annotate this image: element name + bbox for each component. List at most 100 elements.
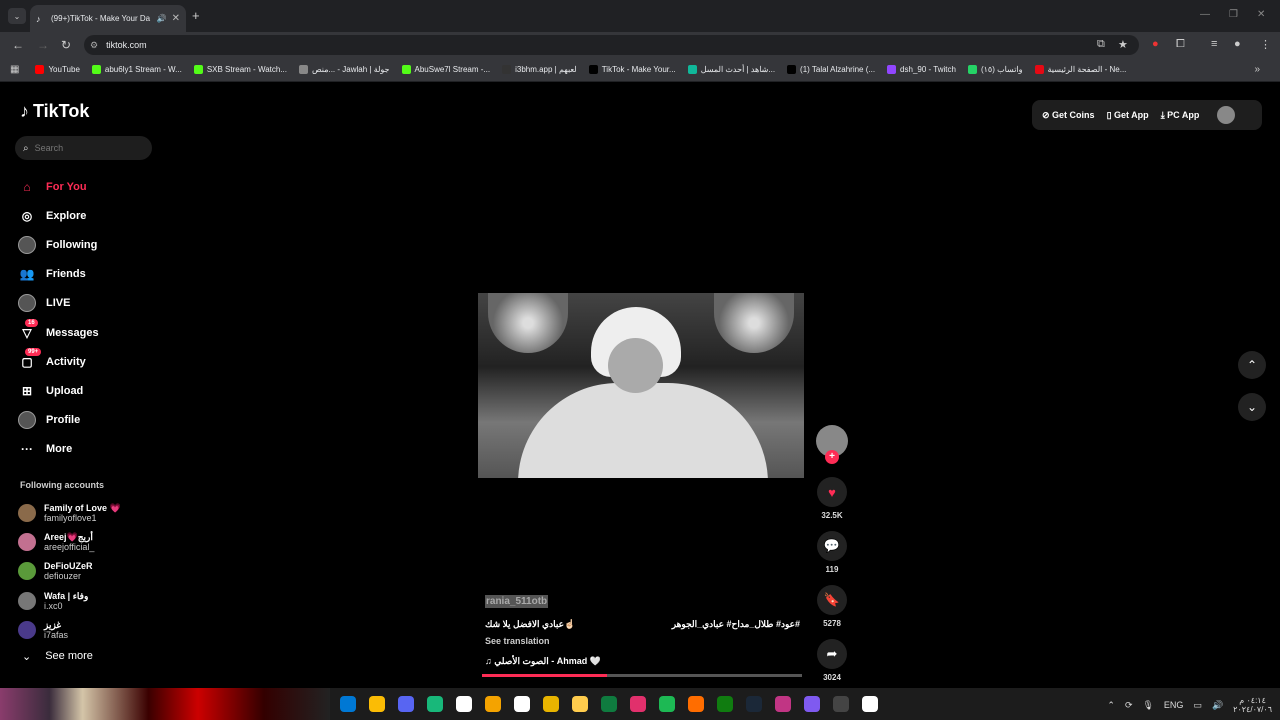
speaker-icon[interactable]: 🔊 [157,14,167,23]
bookmark-item[interactable]: dsh_90 - Twitch [887,65,956,74]
taskbar-app-icon[interactable] [398,696,414,712]
video-progress-bar[interactable] [482,674,802,677]
back-button[interactable]: ← [12,38,24,52]
site-info-icon[interactable]: ⚙ [90,40,98,51]
taskbar-app-icon[interactable] [601,696,617,712]
taskbar-app-icon[interactable] [804,696,820,712]
nav-item-profile[interactable]: Profile [18,406,99,435]
tab-search-button[interactable]: ⌄ [8,8,26,24]
taskbar-app-icon[interactable] [775,696,791,712]
browser-tab[interactable]: ♪ (99+)TikTok - Make Your Da 🔊 ✕ [30,5,186,32]
bookmark-item[interactable]: i3bhm.app | لعبهم [502,65,577,74]
taskbar-app-icon[interactable] [543,696,559,712]
taskbar-app-icon[interactable] [514,696,530,712]
save-button[interactable]: 🔖 [817,585,847,615]
taskbar-app-icon[interactable] [717,696,733,712]
nav-item-friends[interactable]: 👥 Friends [18,260,99,289]
nav-item-activity[interactable]: ▢ 99+ Activity [18,347,99,376]
bookmark-star-icon[interactable]: ★ [1118,38,1128,51]
close-window-button[interactable]: ✕ [1257,9,1265,20]
taskbar-app-icon[interactable] [833,696,849,712]
following-account-item[interactable]: DeFioUZeR defiouzer [18,557,121,586]
nav-item-upload[interactable]: ⊞ Upload [18,376,99,405]
bookmark-item[interactable]: TikTok - Make Your... [588,65,676,74]
taskbar-app-icon[interactable] [340,696,356,712]
account-username: i7afas [44,629,69,640]
nav-item-messages[interactable]: ▽ 16 Messages [18,318,99,347]
follow-plus-icon[interactable]: + [825,450,839,464]
minimize-button[interactable]: — [1200,9,1210,20]
taskbar-app-icon[interactable] [659,696,675,712]
avatar [18,411,36,430]
get-app-button[interactable]: ▯ Get App [1107,110,1149,121]
maximize-button[interactable]: ❐ [1229,9,1238,20]
next-video-button[interactable]: ⌄ [1238,393,1266,421]
language-indicator[interactable]: ENG [1164,700,1184,710]
taskbar-app-icon[interactable] [746,696,762,712]
tiktok-logo[interactable]: ♪ TikTok [20,101,89,122]
sync-icon[interactable]: ⟳ [1125,700,1133,711]
tray-overflow-icon[interactable]: ⌃ [1107,700,1115,711]
forward-button[interactable]: → [37,38,49,52]
extension-icon[interactable]: ● [1152,38,1159,50]
pc-app-button[interactable]: ⤓ PC App [1161,110,1200,121]
network-icon[interactable]: ▭ [1193,700,1202,711]
bookmark-item[interactable]: abu6ly1 Stream - W... [91,65,182,74]
nav-item-live[interactable]: LIVE [18,289,99,318]
video-player[interactable] [478,293,804,478]
apps-grid-icon[interactable]: ▦ [10,64,19,75]
tab-close-icon[interactable]: ✕ [172,13,180,24]
browser-menu-icon[interactable]: ⋮ [1260,38,1271,51]
taskbar-app-icon[interactable] [456,696,472,712]
install-app-icon[interactable]: ⧉ [1097,38,1105,51]
new-tab-button[interactable]: + [192,8,200,23]
profile-avatar-icon[interactable]: ● [1234,38,1241,50]
share-button[interactable]: ➦ [817,639,847,669]
clock[interactable]: ٠٤:١٤ م ٢٠٢٤/٠٧/٠٦ [1233,696,1272,714]
bookmark-item[interactable]: AbuSwe7l Stream -... [401,65,490,74]
see-more-button[interactable]: ⌄ See more [22,650,93,663]
music-link[interactable]: ♫ الصوت الأصلي - Ahmad 🤍 [485,656,800,667]
bookmark-item[interactable]: واتساب (١٥) [967,65,1023,74]
nav-item-for-you[interactable]: ⌂ For You [18,172,99,201]
get-coins-button[interactable]: ⊘ Get Coins [1042,110,1095,121]
following-account-item[interactable]: Family of Love 💗 familyoflove1 [18,498,121,527]
taskbar-app-icon[interactable] [862,696,878,712]
get-coins-label: Get Coins [1052,109,1095,120]
mic-icon[interactable]: 🎙 [1142,700,1153,711]
bookmark-item[interactable]: الصفحة الرئيسية - Ne... [1034,65,1126,74]
previous-video-button[interactable]: ⌃ [1238,351,1266,379]
creator-avatar[interactable]: + [816,425,848,464]
taskbar-app-icon[interactable] [427,696,443,712]
taskbar-app-icon[interactable] [485,696,501,712]
nav-item-explore[interactable]: ◎ Explore [18,201,99,230]
taskbar-app-icon[interactable] [688,696,704,712]
bookmark-item[interactable]: YouTube [35,65,80,74]
nav-item-more[interactable]: ··· More [18,435,99,464]
search-input[interactable] [34,143,135,153]
bookmark-item[interactable]: (1) Talal Alzahrine (... [787,65,875,74]
media-control-icon[interactable]: ≡ [1211,38,1217,50]
caption-hashtags[interactable]: عود# طلال_مداح# عبادي_الجوهر# [672,619,800,630]
see-translation-link[interactable]: See translation [485,636,800,646]
following-account-item[interactable]: Areej💗أريج areejofficial_ [18,527,121,556]
volume-icon[interactable]: 🔊 [1212,700,1223,711]
following-account-item[interactable]: غزيز i7afas [18,615,121,644]
search-box[interactable]: ⌕ [15,136,152,160]
bookmarks-overflow-icon[interactable]: » [1254,64,1260,75]
nav-item-following[interactable]: Following [18,230,99,259]
extensions-puzzle-icon[interactable]: ⧠ [1176,38,1185,51]
taskbar-app-icon[interactable] [369,696,385,712]
comment-button[interactable]: 💬 [817,531,847,561]
bookmark-item[interactable]: شاهد | أحدث المسل... [687,65,775,74]
like-button[interactable]: ♥ [817,477,847,507]
user-avatar[interactable] [1217,106,1236,124]
reload-button[interactable]: ↻ [61,38,71,52]
bookmark-item[interactable]: منص... - Jawlah | جولة [298,65,390,74]
author-username[interactable]: rania_511otb [485,595,549,608]
address-bar[interactable]: ⚙ tiktok.com [84,35,1139,55]
following-account-item[interactable]: Wafa | وفاء i.xc0 [18,586,121,615]
taskbar-app-icon[interactable] [630,696,646,712]
taskbar-app-icon[interactable] [572,696,588,712]
bookmark-item[interactable]: SXB Stream - Watch... [193,65,287,74]
